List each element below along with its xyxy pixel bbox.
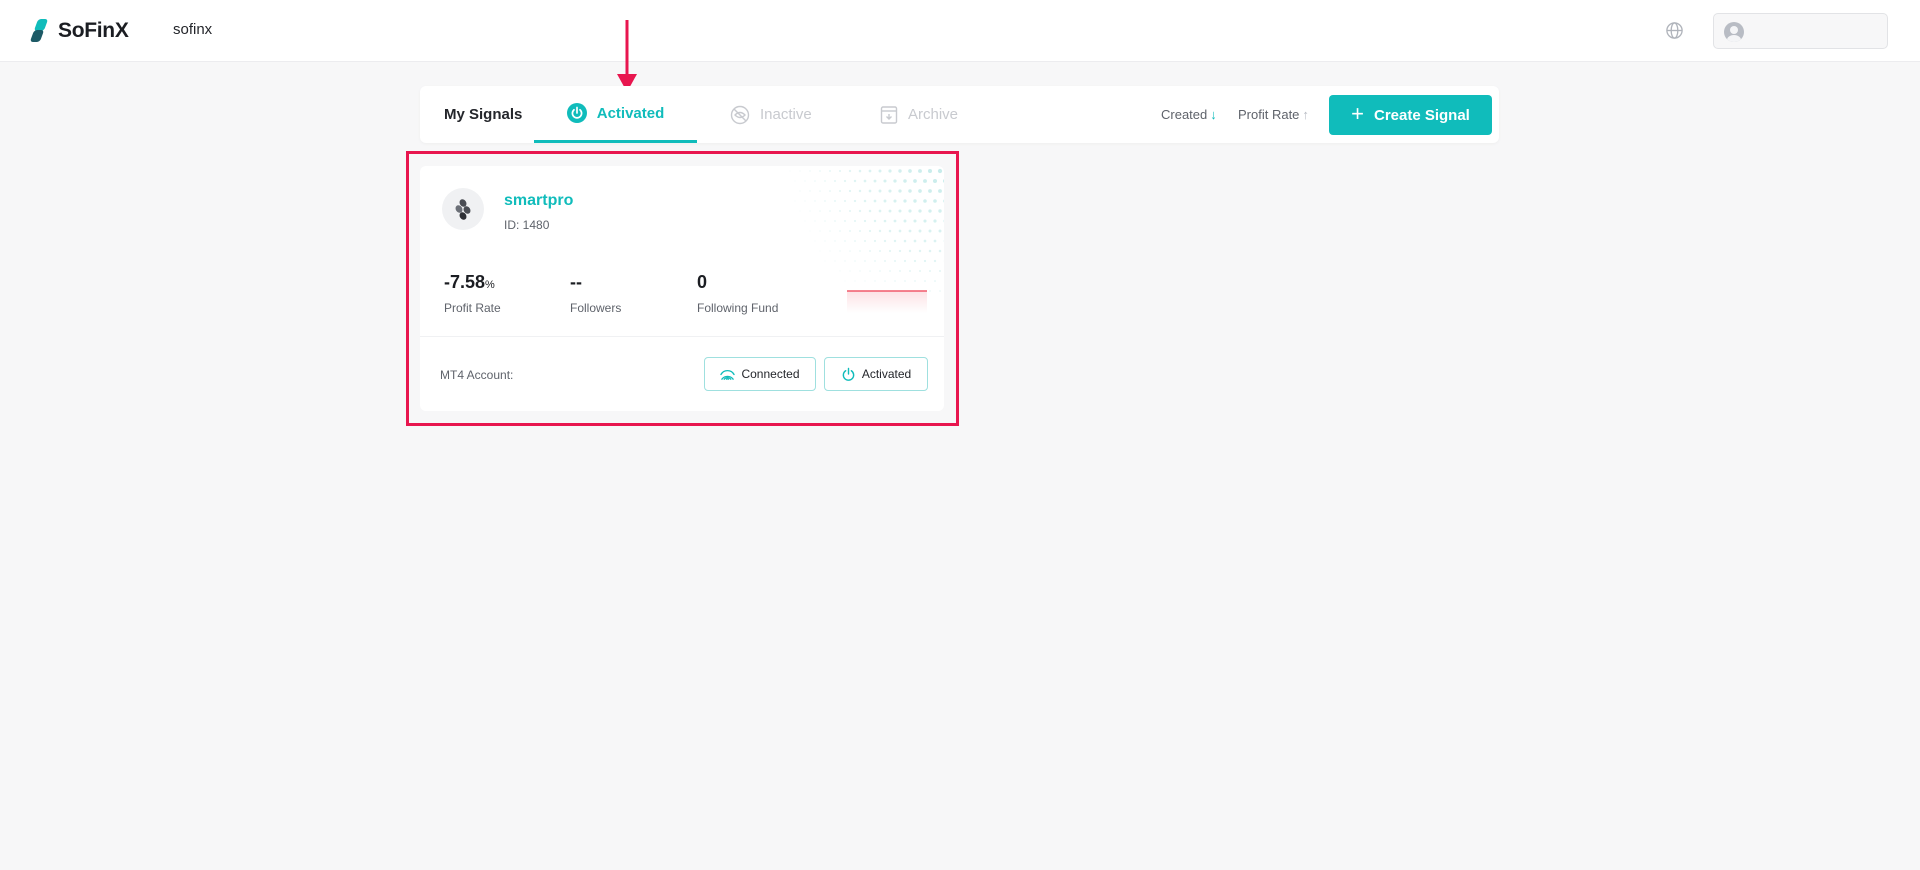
plus-icon: + [1351,101,1364,126]
sort-created[interactable]: Created ↓ [1161,107,1217,122]
create-signal-button[interactable]: + Create Signal [1329,95,1492,135]
my-signals-title: My Signals [444,106,523,123]
brand-subtitle: sofinx [173,21,213,38]
tab-activated[interactable]: Activated [534,86,697,143]
logo-mark-icon [29,19,52,43]
power-icon [566,103,587,123]
eye-off-icon [730,105,750,124]
arrow-up-icon: ↑ [1302,107,1309,122]
user-menu[interactable] [1713,13,1888,49]
tab-activated-label: Activated [596,104,665,122]
sort-created-label: Created [1161,107,1208,122]
arrow-down-icon: ↓ [1210,107,1217,122]
user-avatar-icon [1724,22,1744,42]
tab-inactive[interactable]: Inactive [730,86,812,143]
top-navbar: SoFinX sofinx [0,0,1920,62]
sort-profit-label: Profit Rate [1238,107,1300,122]
annotation-highlight-box [406,151,959,426]
logo[interactable]: SoFinX [29,18,129,44]
archive-icon [880,105,898,124]
logo-text: SoFinX [58,19,129,42]
tab-inactive-label: Inactive [760,106,812,123]
globe-icon[interactable] [1665,21,1684,40]
tab-archive[interactable]: Archive [880,86,958,143]
signals-tab-bar: My Signals Activated Inactive Archive Cr… [420,86,1499,143]
create-signal-label: Create Signal [1373,106,1470,124]
tab-archive-label: Archive [908,106,959,123]
annotation-arrow [617,20,637,92]
sort-profit-rate[interactable]: Profit Rate ↑ [1238,107,1309,122]
